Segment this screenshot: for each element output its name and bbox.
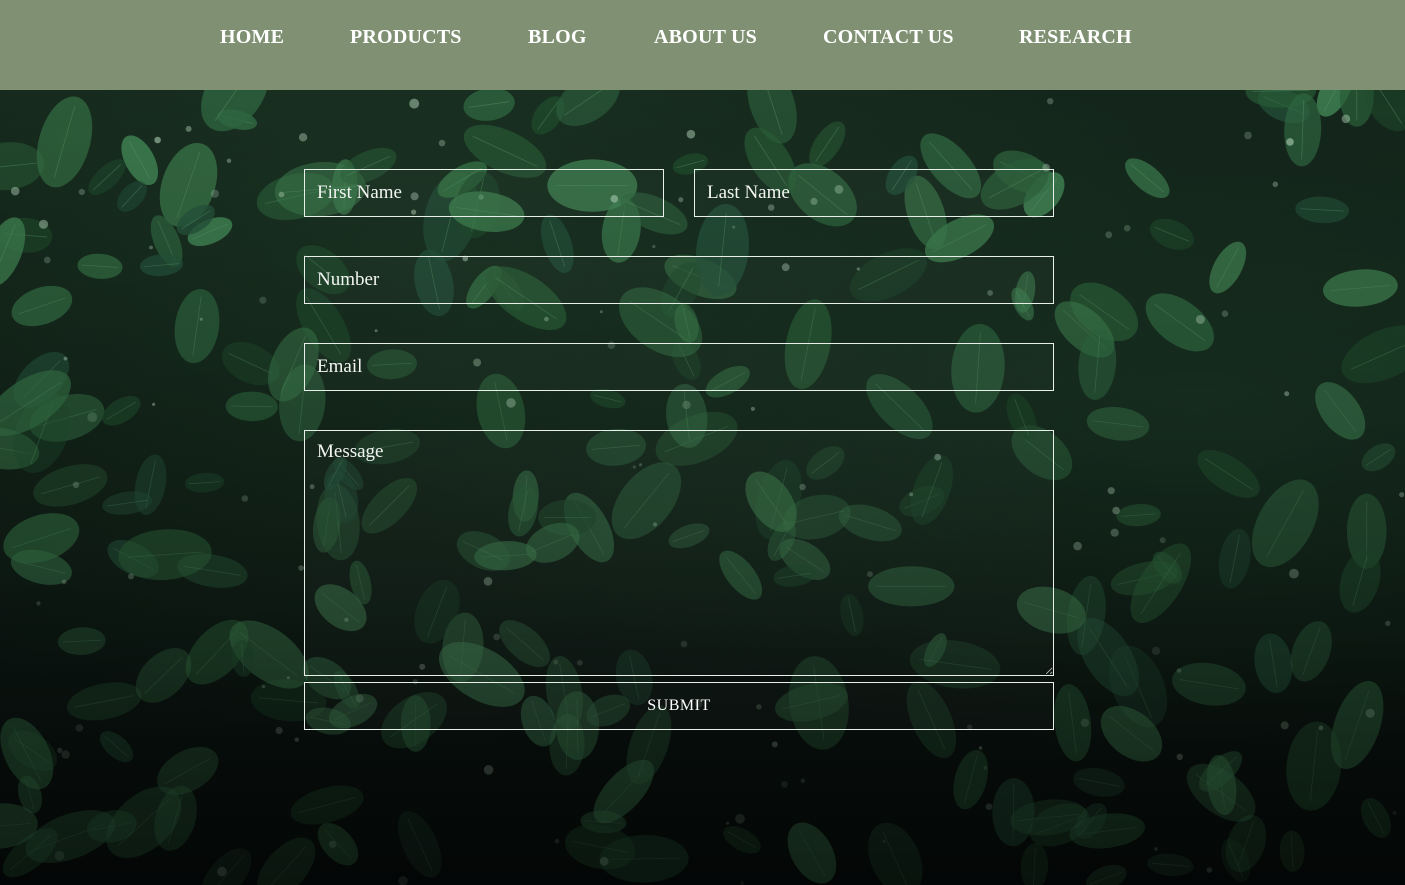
nav-research-link[interactable]: RESEARCH <box>1019 26 1132 49</box>
number-input[interactable] <box>304 256 1054 304</box>
nav-home-link[interactable]: HOME <box>220 26 284 49</box>
nav-contact-us-link[interactable]: CONTACT US <box>823 26 954 49</box>
nav-blog-link[interactable]: BLOG <box>528 26 587 49</box>
email-input[interactable] <box>304 343 1054 391</box>
last-name-input[interactable] <box>694 169 1054 217</box>
submit-button[interactable]: SUBMIT <box>304 682 1054 730</box>
top-navbar: HOME PRODUCTS BLOG ABOUT US CONTACT US R… <box>0 0 1405 90</box>
first-name-input[interactable] <box>304 169 664 217</box>
message-textarea[interactable] <box>304 430 1054 676</box>
nav-products-link[interactable]: PRODUCTS <box>350 26 462 49</box>
nav-about-us-link[interactable]: ABOUT US <box>654 26 757 49</box>
contact-form: SUBMIT <box>0 0 1405 885</box>
page: HOME PRODUCTS BLOG ABOUT US CONTACT US R… <box>0 0 1405 885</box>
